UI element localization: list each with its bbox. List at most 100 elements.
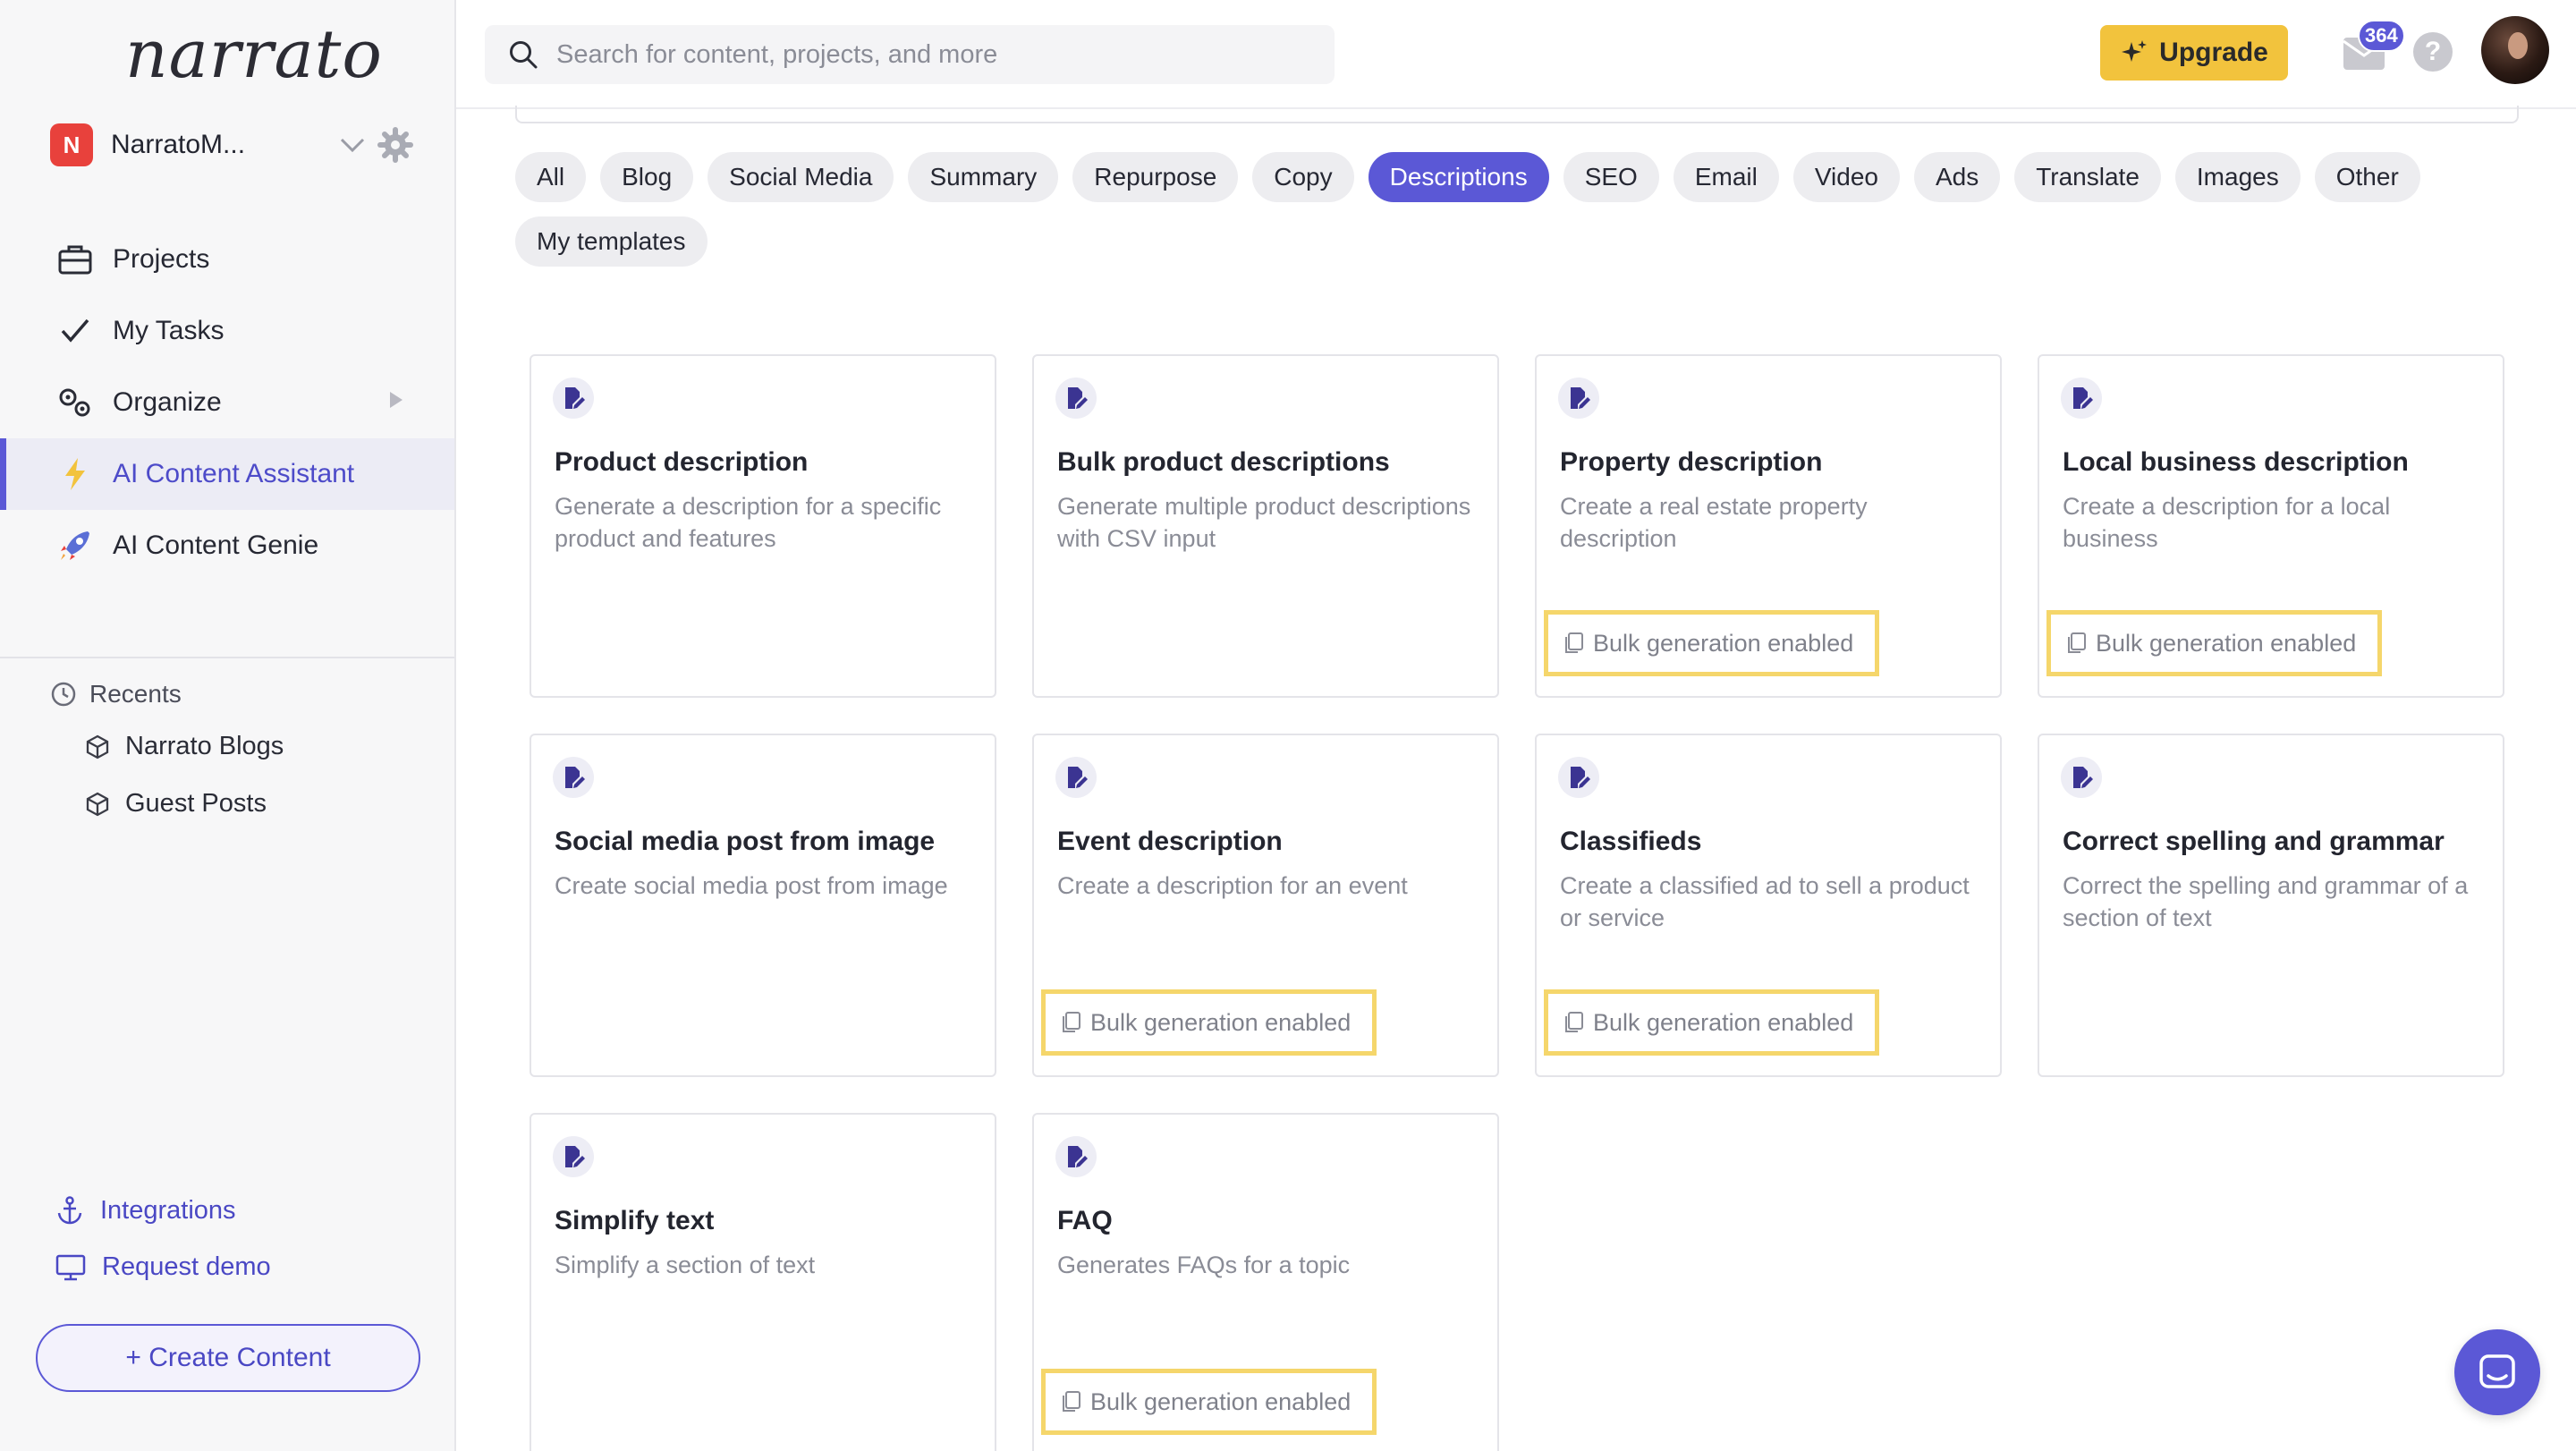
template-card-faq[interactable]: FAQ Generates FAQs for a topic Bulk gene…: [1032, 1113, 1499, 1451]
bulk-generation-badge: Bulk generation enabled: [2046, 610, 2383, 676]
recent-item-narrato-blogs[interactable]: Narrato Blogs: [84, 732, 284, 761]
anchor-icon: [57, 1196, 82, 1225]
template-title: Bulk product descriptions: [1057, 447, 1390, 477]
template-card-classifieds[interactable]: Classifieds Create a classified ad to se…: [1535, 734, 2002, 1077]
template-title: Product description: [555, 447, 809, 477]
document-edit-icon: [553, 1136, 594, 1177]
filter-chip-images[interactable]: Images: [2174, 152, 2301, 202]
template-card-social-media-post-from-image[interactable]: Social media post from image Create soci…: [530, 734, 996, 1077]
template-description: Create a description for an event: [1057, 872, 1408, 899]
document-edit-icon: [1055, 757, 1097, 798]
workspace-badge: N: [50, 123, 93, 166]
filter-chip-all[interactable]: All: [515, 152, 587, 202]
template-card-property-description[interactable]: Property description Create a real estat…: [1535, 354, 2002, 698]
filter-chip-email[interactable]: Email: [1673, 152, 1779, 202]
filter-chip-my-templates[interactable]: My templates: [515, 216, 708, 267]
checkmark-icon: [55, 311, 95, 351]
sidebar-item-projects[interactable]: Projects: [0, 224, 454, 295]
create-content-button[interactable]: + Create Content: [36, 1324, 420, 1392]
template-description: Generates FAQs for a topic: [1057, 1252, 1351, 1278]
cube-icon: [86, 792, 109, 816]
document-edit-icon: [1558, 757, 1599, 798]
recents-heading: Recents: [50, 680, 182, 709]
document-edit-icon: [1558, 378, 1599, 419]
filter-chip-ads[interactable]: Ads: [1913, 152, 2001, 202]
category-filters: All Blog Social Media Summary Repurpose …: [515, 152, 2528, 267]
template-title: Classifieds: [1560, 827, 1702, 856]
filter-chip-blog[interactable]: Blog: [600, 152, 694, 202]
filter-chip-summary[interactable]: Summary: [908, 152, 1059, 202]
filter-chip-translate[interactable]: Translate: [2014, 152, 2161, 202]
copy-icon: [2068, 632, 2086, 653]
search-icon: [510, 41, 538, 69]
sidebar-item-ai-content-genie[interactable]: AI Content Genie: [0, 510, 454, 581]
template-card-product-description[interactable]: Product description Generate a descripti…: [530, 354, 996, 698]
request-demo-link[interactable]: Request demo: [55, 1252, 271, 1282]
upgrade-button[interactable]: Upgrade: [2100, 25, 2288, 81]
help-icon[interactable]: ?: [2413, 32, 2453, 72]
chat-support-button[interactable]: [2454, 1329, 2540, 1415]
user-avatar[interactable]: [2481, 16, 2549, 84]
template-card-local-business-description[interactable]: Local business description Create a desc…: [2038, 354, 2504, 698]
document-edit-icon: [553, 378, 594, 419]
cube-icon: [86, 734, 109, 759]
template-title: Event description: [1057, 827, 1283, 856]
gears-icon: [55, 383, 95, 422]
document-edit-icon: [2061, 378, 2102, 419]
template-card-bulk-product-descriptions[interactable]: Bulk product descriptions Generate multi…: [1032, 354, 1499, 698]
monitor-icon: [55, 1254, 86, 1280]
copy-icon: [1063, 1391, 1080, 1412]
copy-icon: [1565, 632, 1583, 653]
chat-icon: [2479, 1354, 2515, 1388]
filter-chip-descriptions[interactable]: Descriptions: [1368, 152, 1549, 202]
template-card-simplify-text[interactable]: Simplify text Simplify a section of text: [530, 1113, 996, 1451]
document-edit-icon: [553, 757, 594, 798]
filter-chip-repurpose[interactable]: Repurpose: [1072, 152, 1239, 202]
template-description: Generate multiple product descriptions w…: [1057, 493, 1471, 552]
recent-item-guest-posts[interactable]: Guest Posts: [84, 789, 267, 819]
integrations-link[interactable]: Integrations: [55, 1195, 236, 1226]
document-edit-icon: [1055, 1136, 1097, 1177]
document-edit-icon: [2061, 757, 2102, 798]
sidebar-item-label: Organize: [113, 387, 222, 417]
prompt-panel-edge: [515, 106, 2519, 123]
document-edit-icon: [1055, 378, 1097, 419]
filter-chip-other[interactable]: Other: [2314, 152, 2420, 202]
sidebar-item-organize[interactable]: Organize: [0, 367, 454, 438]
filter-chip-seo[interactable]: SEO: [1563, 152, 1659, 202]
sidebar-nav: Projects My Tasks Organize AI Content As…: [0, 224, 454, 581]
chevron-down-icon[interactable]: [335, 127, 370, 163]
sidebar-divider: [0, 657, 454, 658]
workspace-switcher[interactable]: N NarratoM...: [50, 122, 417, 168]
template-title: Property description: [1560, 447, 1823, 477]
filter-chip-video[interactable]: Video: [1792, 152, 1900, 202]
sparkle-icon: [2122, 40, 2148, 62]
template-title: Simplify text: [555, 1206, 715, 1235]
narrato-logo[interactable]: narrato: [125, 16, 383, 93]
sidebar-item-label: AI Content Assistant: [113, 459, 355, 488]
filter-chip-social-media[interactable]: Social Media: [708, 152, 894, 202]
gear-icon[interactable]: [376, 125, 415, 165]
template-description: Create social media post from image: [555, 872, 948, 899]
template-title: Social media post from image: [555, 827, 936, 856]
expand-arrow-icon[interactable]: [390, 392, 402, 408]
sidebar-item-ai-content-assistant[interactable]: AI Content Assistant: [0, 438, 454, 510]
template-description: Create a real estate property descriptio…: [1560, 493, 1868, 552]
rocket-icon: [55, 526, 95, 565]
search-input[interactable]: [556, 39, 1290, 70]
search-bar[interactable]: [485, 25, 1335, 84]
sidebar: narrato N NarratoM... Projects My Tasks …: [0, 0, 456, 1451]
copy-icon: [1063, 1012, 1080, 1032]
template-description: Create a description for a local busines…: [2063, 493, 2391, 552]
bulk-generation-badge: Bulk generation enabled: [1041, 1369, 1377, 1435]
sidebar-item-my-tasks[interactable]: My Tasks: [0, 295, 454, 367]
bulk-generation-badge: Bulk generation enabled: [1041, 989, 1377, 1056]
filter-chip-copy[interactable]: Copy: [1252, 152, 1354, 202]
sidebar-item-label: AI Content Genie: [113, 530, 319, 560]
template-description: Create a classified ad to sell a product…: [1560, 872, 1970, 931]
template-card-event-description[interactable]: Event description Create a description f…: [1032, 734, 1499, 1077]
template-title: FAQ: [1057, 1206, 1113, 1235]
template-card-correct-spelling-and-grammar[interactable]: Correct spelling and grammar Correct the…: [2038, 734, 2504, 1077]
bulk-generation-badge: Bulk generation enabled: [1544, 989, 1880, 1056]
clock-icon: [51, 682, 76, 707]
